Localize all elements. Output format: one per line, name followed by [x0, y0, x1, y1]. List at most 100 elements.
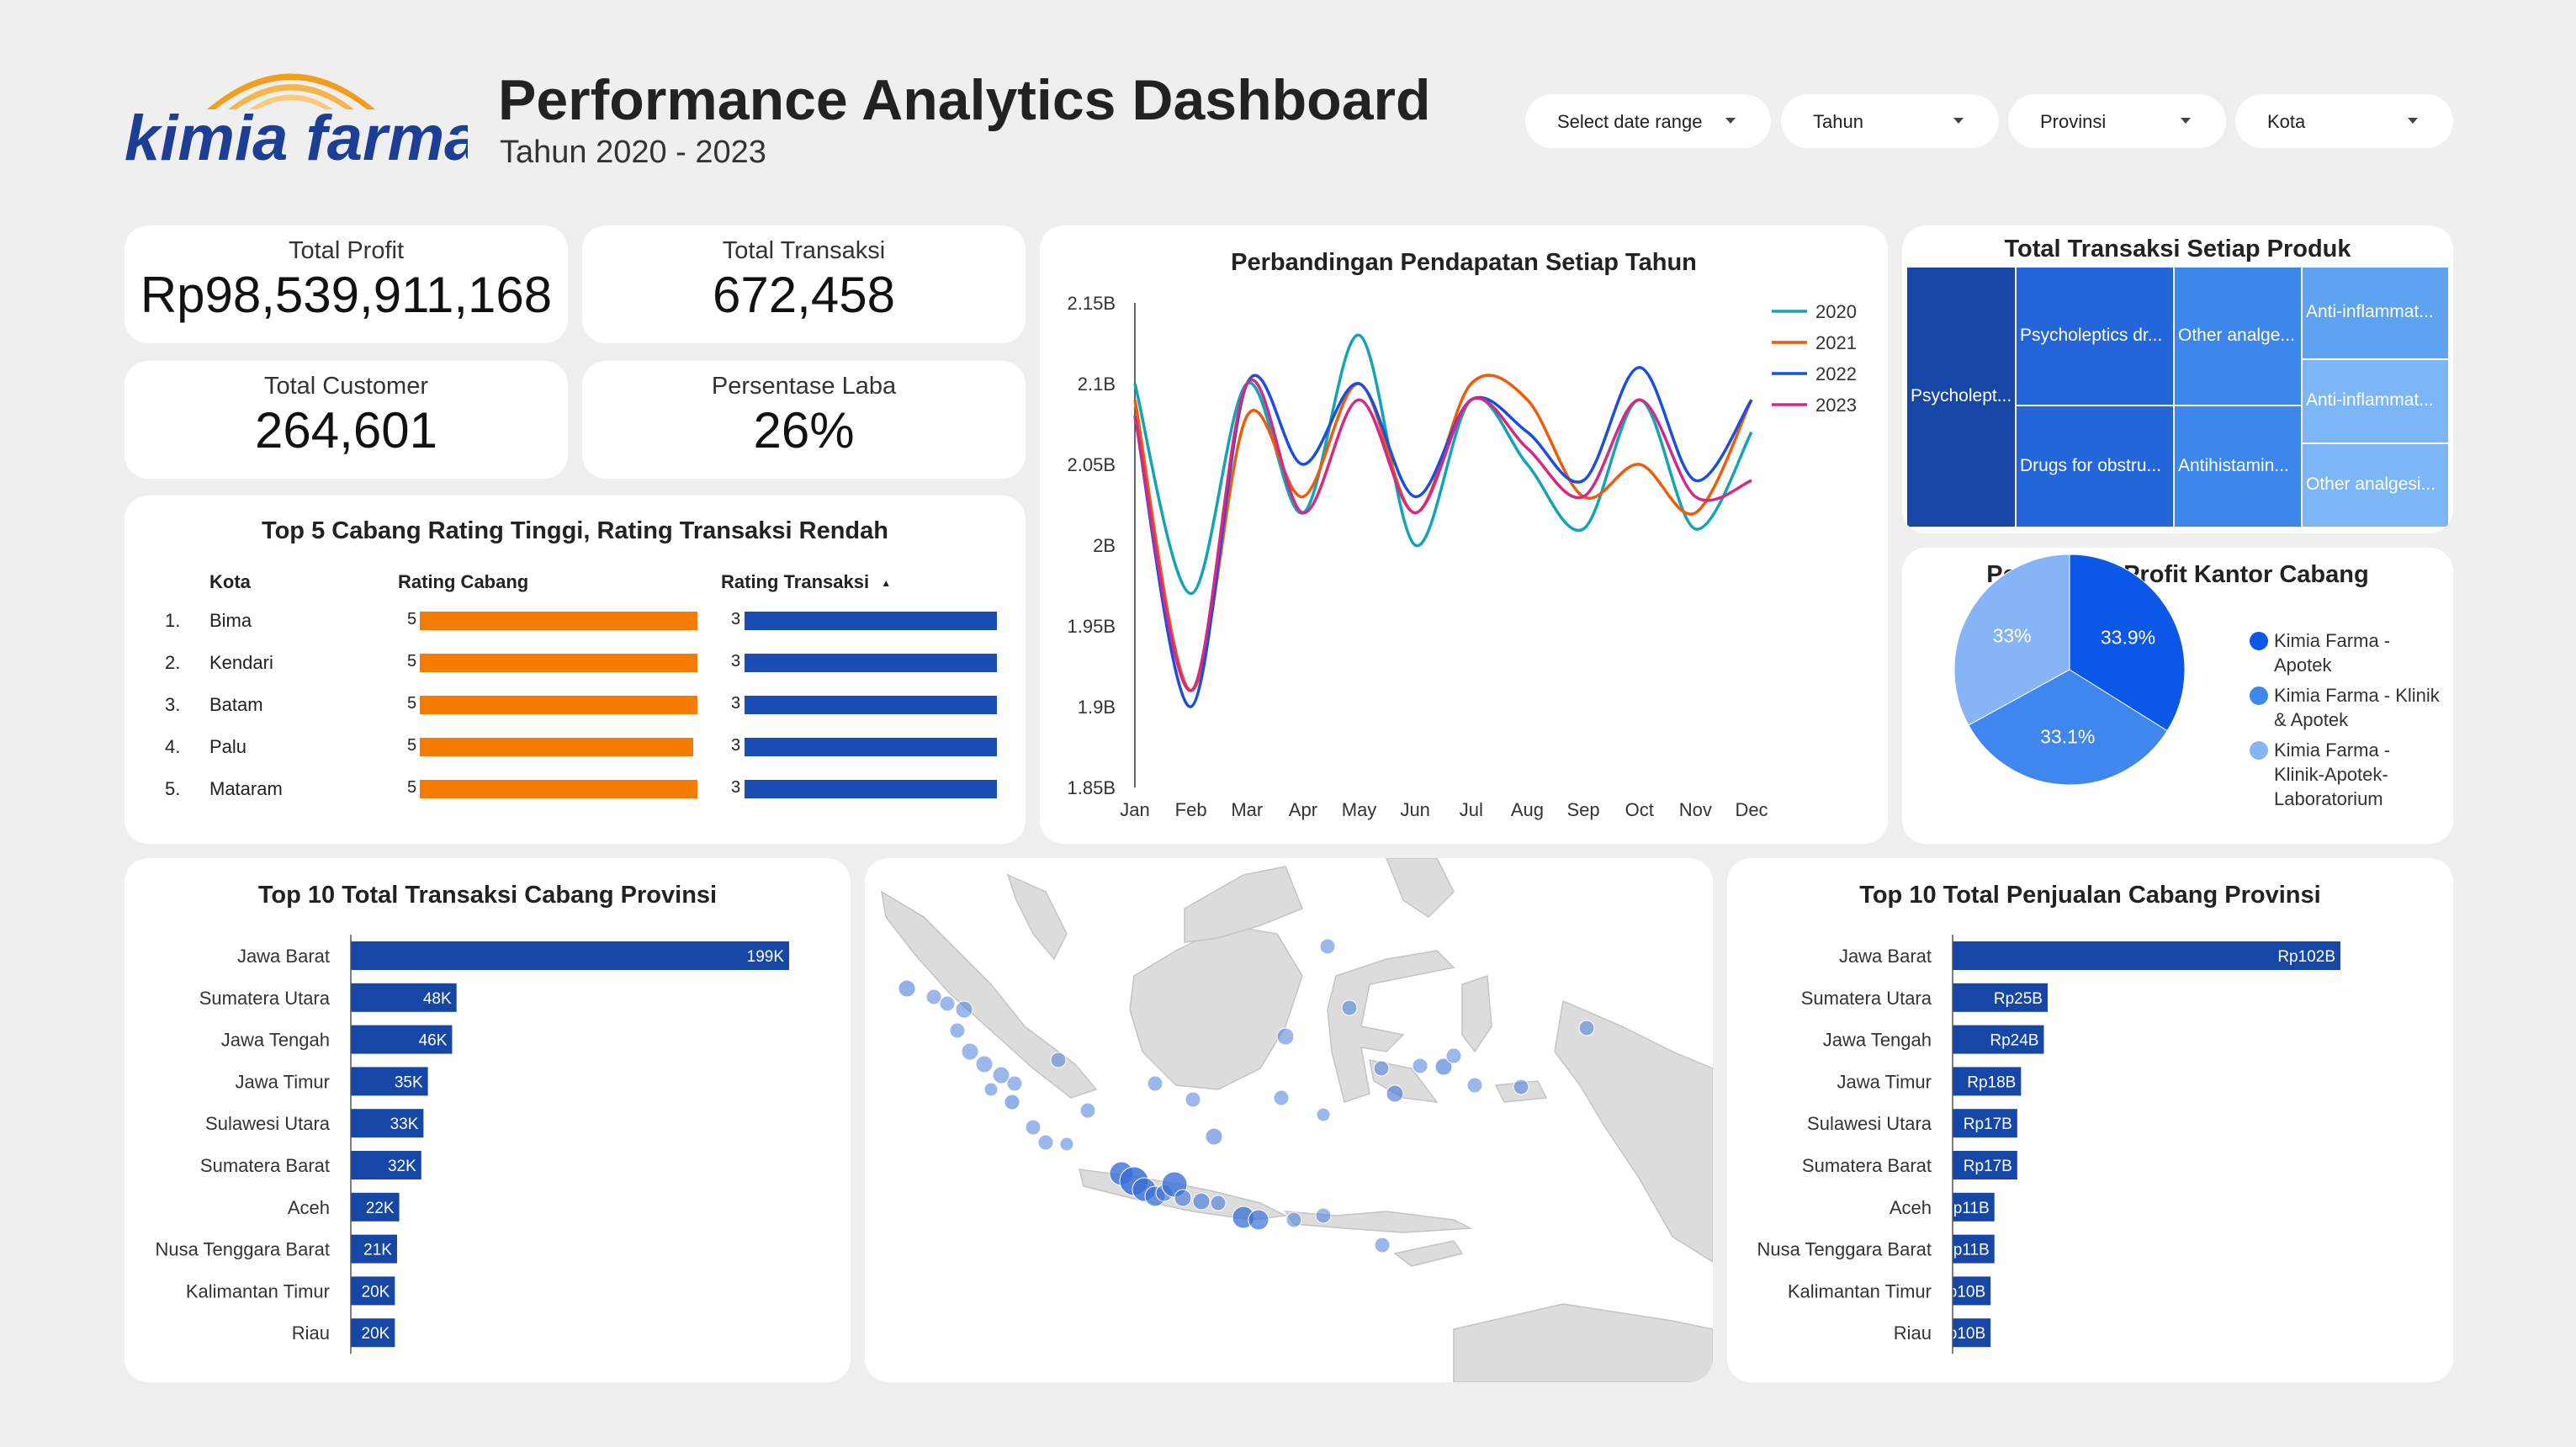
map-bubble[interactable] [1037, 1134, 1054, 1151]
treemap-tile[interactable]: Other analgesi... [2303, 444, 2448, 527]
kota-filter[interactable]: Kota [2235, 94, 2453, 148]
treemap-tile-label: Psycholept... [1911, 386, 2012, 405]
landmass-nusa [1284, 1211, 1473, 1233]
treemap-card: Total Transaksi Setiap Produk Psycholept… [1902, 225, 2453, 533]
map-bubble[interactable] [1205, 1127, 1223, 1146]
pie-slice-label: 33.1% [2040, 725, 2095, 747]
map-bubble[interactable] [1210, 1195, 1227, 1211]
treemap-tile-label: Anti-inflammat... [2306, 390, 2434, 410]
map-bubble[interactable] [1513, 1079, 1529, 1095]
map-bubble[interactable] [1373, 1060, 1390, 1077]
treemap-tile[interactable]: Other analge... [2175, 268, 2301, 405]
x-tick-label: Jun [1400, 799, 1429, 820]
col-header-kota[interactable]: Kota [209, 571, 251, 593]
map-bubble[interactable] [1248, 1209, 1269, 1231]
legend-label[interactable]: 2020 [1815, 301, 1857, 322]
rating-transaksi-value: 3 [731, 694, 741, 713]
map-bubble[interactable] [949, 1022, 966, 1039]
map-bubble[interactable] [925, 989, 942, 1005]
x-tick-label: Mar [1231, 799, 1263, 820]
bar-value-label: 33K [390, 1116, 419, 1133]
treemap-tile[interactable]: Anti-inflammat... [2303, 268, 2448, 358]
treemap-tile[interactable]: Drugs for obstru... [2017, 406, 2173, 527]
map-card[interactable] [865, 858, 1713, 1382]
map-bubble[interactable] [1316, 1107, 1331, 1122]
treemap-tile[interactable]: Psycholeptics dr... [2017, 268, 2173, 405]
map-bubble[interactable] [1079, 1102, 1096, 1119]
legend-label[interactable]: 2023 [1815, 395, 1857, 416]
col-header-rating-cabang[interactable]: Rating Cabang [398, 571, 528, 593]
series-line-2023[interactable] [1133, 379, 1752, 692]
map-bubble[interactable] [1273, 1089, 1290, 1106]
rating-cabang-bar [420, 612, 697, 630]
rating-cabang-bar [420, 696, 697, 714]
map-bubble[interactable] [1315, 1207, 1332, 1224]
map-bubble[interactable] [1466, 1077, 1483, 1094]
kpi-total-customer: Total Customer 264,601 [125, 361, 568, 479]
treemap-tile[interactable]: Psycholept... [1907, 268, 2015, 527]
x-tick-label: Feb [1175, 799, 1207, 820]
map-bubble[interactable] [961, 1042, 979, 1061]
indonesia-map[interactable] [865, 858, 1713, 1382]
map-bubble[interactable] [1185, 1091, 1201, 1108]
chevron-down-icon [2408, 118, 2418, 124]
map-bubble[interactable] [1050, 1052, 1067, 1068]
treemap: Psycholept... Psycholeptics dr... Drugs fo… [1907, 268, 2450, 528]
tahun-filter[interactable]: Tahun [1781, 94, 1999, 148]
landmass-malaysia-borneo [1184, 866, 1303, 943]
kpi-persentase-laba: Persentase Laba 26% [582, 361, 1026, 479]
map-bubble[interactable] [1276, 1027, 1295, 1046]
provinsi-filter-label: Provinsi [2040, 111, 2107, 132]
map-bubble[interactable] [1578, 1020, 1595, 1036]
bar-category-label: Riau [292, 1322, 330, 1344]
map-bubble[interactable] [1059, 1137, 1074, 1152]
map-bubble[interactable] [1374, 1237, 1391, 1254]
map-bubble[interactable] [1025, 1119, 1042, 1136]
bar-value-label: Rp11B [1942, 1242, 1990, 1259]
map-bubble[interactable] [1341, 999, 1358, 1016]
date-range-filter[interactable]: Select date range [1525, 94, 1771, 148]
legend-label[interactable]: Kimia Farma - Apotek [2274, 628, 2442, 677]
map-bubble[interactable] [939, 995, 956, 1012]
bar-value-label: 199K [747, 948, 785, 966]
map-bubble[interactable] [1147, 1075, 1163, 1092]
bar-value-label: Rp18B [1967, 1073, 2016, 1091]
map-bubble[interactable] [1004, 1094, 1020, 1110]
bar-value-label: Rp25B [1994, 990, 2043, 1008]
bar-value-label: Rp10B [1937, 1283, 1985, 1301]
bar-value-label: 21K [363, 1242, 392, 1259]
treemap-tile[interactable]: Anti-inflammat... [2303, 360, 2448, 443]
map-bubble[interactable] [1006, 1075, 1023, 1092]
map-bubble[interactable] [1445, 1047, 1462, 1064]
treemap-tile[interactable]: Antihistamin... [2175, 406, 2301, 527]
provinsi-filter[interactable]: Provinsi [2008, 94, 2226, 148]
map-bubble[interactable] [955, 1000, 973, 1019]
legend-label[interactable]: Kimia Farma - Klinik-Apotek-Laboratorium [2274, 738, 2442, 811]
map-bubble[interactable] [975, 1055, 994, 1073]
rating-transaksi-bar [745, 780, 997, 798]
series-line-2022[interactable] [1133, 366, 1753, 708]
map-bubble[interactable] [898, 979, 916, 998]
map-bubble[interactable] [1412, 1057, 1428, 1074]
row-kota: Palu [209, 736, 247, 757]
map-bubble[interactable] [1319, 938, 1336, 955]
bar[interactable] [351, 941, 789, 970]
rating-cabang-value: 5 [407, 610, 417, 628]
rating-cabang-value: 5 [407, 652, 417, 670]
map-bubble[interactable] [1285, 1211, 1302, 1228]
map-bubble[interactable] [1192, 1192, 1211, 1211]
map-bubble[interactable] [983, 1082, 999, 1097]
landmass-maluku [1461, 974, 1492, 1053]
legend-label[interactable]: 2022 [1815, 363, 1857, 384]
rating-transaksi-bar [745, 738, 997, 756]
pie-card: Pembagian Profit Kantor Cabang 33.9% 33.1… [1902, 548, 2453, 844]
rating-cabang-bar [420, 738, 694, 756]
legend-label[interactable]: Kimia Farma - Klinik & Apotek [2274, 683, 2442, 732]
col-header-rating-transaksi[interactable]: Rating Transaksi ▲ [721, 571, 891, 593]
map-bubble[interactable] [1386, 1084, 1404, 1103]
map-bubble[interactable] [1174, 1189, 1192, 1207]
legend-label[interactable]: 2021 [1815, 332, 1857, 353]
landmass-philippines [1386, 858, 1455, 918]
bar-category-label: Jawa Barat [1839, 946, 1932, 967]
treemap-tile-label: Anti-inflammat... [2306, 302, 2434, 321]
